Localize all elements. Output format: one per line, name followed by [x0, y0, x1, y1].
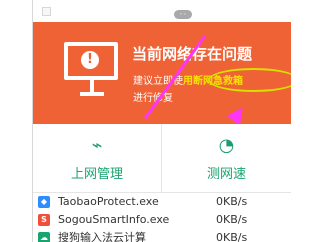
- gamepad-icon[interactable]: ◦◦: [174, 10, 192, 19]
- internet-management-label: 上网管理: [70, 167, 123, 182]
- window-icon: [42, 7, 51, 16]
- process-name: SogouSmartInfo.exe: [58, 213, 170, 226]
- process-list: ◆ TaobaoProtect.exe 0KB/s S SogouSmartIn…: [33, 192, 291, 242]
- window-titlebar: ◦◦: [33, 0, 291, 22]
- speedometer-icon: ◔: [218, 135, 235, 156]
- process-row-sogou-smart[interactable]: S SogouSmartInfo.exe 0KB/s: [33, 211, 291, 229]
- process-name: 搜狗输入法云计算: [58, 231, 146, 242]
- network-problem-title: 当前网络存在问题: [132, 43, 282, 64]
- process-row-sogou-cloud[interactable]: ☁ 搜狗输入法云计算 0KB/s: [33, 229, 291, 242]
- screenshot-frame: ◦◦ ! 当前网络存在问题 建议立即使用断网急救箱 进行修复 ⌁ 上网管理 ◔ …: [32, 0, 291, 242]
- speed-test-label: 测网速: [206, 167, 246, 182]
- process-speed: 0KB/s: [216, 213, 248, 226]
- process-speed: 0KB/s: [216, 195, 248, 208]
- speed-test-button[interactable]: ◔ 测网速: [162, 124, 291, 192]
- trend-chart-icon: ⌁: [91, 135, 103, 156]
- network-tool-window: ◦◦ ! 当前网络存在问题 建议立即使用断网急救箱 进行修复 ⌁ 上网管理 ◔ …: [32, 0, 291, 242]
- sogou-icon: S: [38, 214, 50, 226]
- monitor-stand: [90, 80, 94, 92]
- monitor-base: [80, 92, 104, 96]
- cloud-icon: ☁: [38, 232, 50, 242]
- highlight-ellipse: [208, 68, 291, 92]
- alert-icon: !: [81, 51, 99, 69]
- process-speed: 0KB/s: [216, 231, 248, 242]
- shield-icon: ◆: [38, 196, 50, 208]
- process-name: TaobaoProtect.exe: [58, 195, 159, 208]
- process-row-taobao[interactable]: ◆ TaobaoProtect.exe 0KB/s: [33, 193, 291, 211]
- action-buttons: ⌁ 上网管理 ◔ 测网速: [33, 124, 291, 193]
- internet-management-button[interactable]: ⌁ 上网管理: [33, 124, 162, 192]
